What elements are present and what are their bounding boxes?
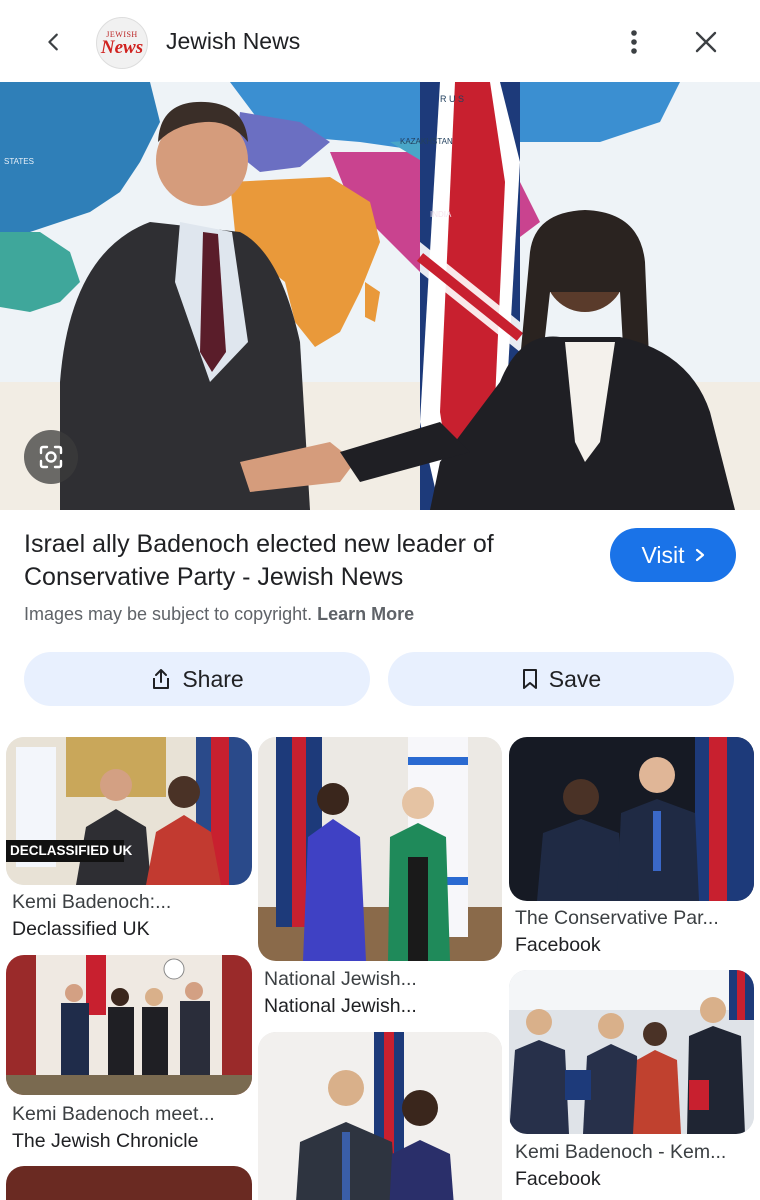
share-button[interactable]: Share xyxy=(24,652,370,706)
related-title: The Conservative Par... xyxy=(515,907,719,929)
related-source: Facebook xyxy=(515,934,601,956)
share-label: Share xyxy=(182,665,244,692)
map-label-states: STATES xyxy=(4,157,34,166)
related-thumbnail[interactable]: DECLASSIFIED UK xyxy=(6,737,252,885)
result-title[interactable]: Israel ally Badenoch elected new leader … xyxy=(24,528,584,594)
related-source: Declassified UK xyxy=(12,918,150,940)
related-thumbnail[interactable] xyxy=(6,955,252,1095)
main-image[interactable]: R U S KAZAKHSTAN STATES INDIA xyxy=(0,82,760,510)
thumbnail-image xyxy=(509,970,754,1134)
map-label-kazakhstan: KAZAKHSTAN xyxy=(400,137,453,146)
site-logo: JEWISH News xyxy=(96,17,148,69)
related-title: National Jewish... xyxy=(264,968,417,990)
related-card[interactable]: Kemi Badenoch - Kem... Facebook xyxy=(509,970,754,1200)
close-icon xyxy=(695,31,717,53)
main-image-illustration: R U S KAZAKHSTAN STATES INDIA xyxy=(0,82,760,510)
top-bar: JEWISH News Jewish News xyxy=(0,0,760,84)
thumbnail-image xyxy=(258,737,502,961)
thumbnail-image xyxy=(6,737,252,885)
related-thumbnail[interactable] xyxy=(509,737,754,901)
learn-more-link[interactable]: Learn More xyxy=(317,604,414,624)
related-card[interactable]: Kemi Badenoch meet... The Jewish Chronic… xyxy=(6,955,252,1155)
copyright-notice: Images may be subject to copyright. Lear… xyxy=(24,604,414,625)
more-vert-icon xyxy=(631,30,637,54)
lens-search-button[interactable] xyxy=(24,430,78,484)
copyright-text: Images may be subject to copyright. xyxy=(24,604,313,624)
chevron-right-icon xyxy=(695,548,704,562)
related-source: National Jewish... xyxy=(264,995,417,1017)
chevron-left-icon xyxy=(48,33,58,51)
share-icon xyxy=(153,669,170,689)
logo-line-2: News xyxy=(100,36,144,58)
related-thumbnail[interactable] xyxy=(509,970,754,1134)
related-card[interactable]: National Jewish... National Jewish... xyxy=(258,737,502,1027)
thumbnail-image xyxy=(258,1032,502,1200)
related-card[interactable]: The Conservative Par... Facebook xyxy=(509,737,754,961)
related-card[interactable] xyxy=(258,1032,502,1200)
related-card[interactable] xyxy=(6,1166,252,1200)
related-source: Facebook xyxy=(515,1168,601,1190)
related-title: Kemi Badenoch:... xyxy=(12,891,172,913)
related-title: Kemi Badenoch - Kem... xyxy=(515,1141,727,1163)
visit-button[interactable]: Visit xyxy=(610,528,736,582)
map-label-russia: R U S xyxy=(440,94,464,104)
bookmark-icon xyxy=(522,669,537,689)
related-title: Kemi Badenoch meet... xyxy=(12,1103,215,1125)
thumbnail-image xyxy=(6,955,252,1095)
back-button[interactable] xyxy=(36,24,72,60)
related-source: The Jewish Chronicle xyxy=(12,1130,199,1152)
related-thumbnail[interactable] xyxy=(6,1166,252,1200)
thumbnail-overlay-text: DECLASSIFIED UK xyxy=(10,843,133,858)
related-card[interactable]: DECLASSIFIED UK Kemi Badenoch:... Declas… xyxy=(6,737,252,947)
thumbnail-image xyxy=(509,737,754,901)
more-options-button[interactable] xyxy=(616,24,652,60)
visit-label: Visit xyxy=(641,541,685,568)
related-thumbnail[interactable] xyxy=(258,1032,502,1200)
related-thumbnail[interactable] xyxy=(258,737,502,961)
save-label: Save xyxy=(548,665,602,692)
close-button[interactable] xyxy=(688,24,724,60)
site-name: Jewish News xyxy=(166,28,301,54)
lens-icon xyxy=(39,445,63,469)
map-label-india: INDIA xyxy=(430,210,452,219)
save-button[interactable]: Save xyxy=(388,652,734,706)
